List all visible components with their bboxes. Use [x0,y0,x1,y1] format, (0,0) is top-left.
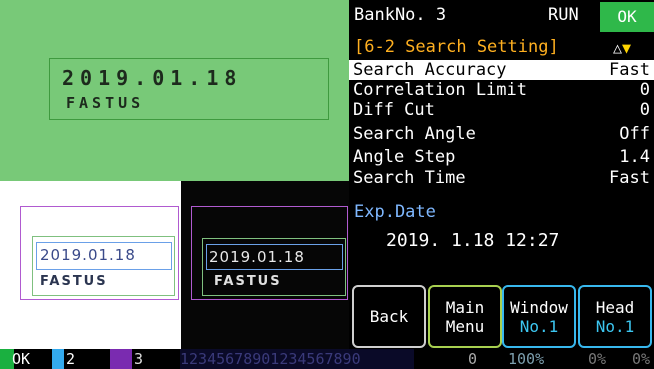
char-readout: 12345678901234567890 [180,349,414,369]
window-line1: Window [510,297,568,317]
setting-value: Fast [609,60,650,80]
setting-label: Search Angle [353,124,476,144]
back-button[interactable]: Back [352,285,426,348]
setting-label: Diff Cut [353,100,435,120]
head-line1: Head [595,297,635,317]
ok-badge: OK [600,2,654,32]
slot-2-indicator [52,349,64,369]
setting-row-search-accuracy[interactable]: Search Accuracy Fast [349,60,654,80]
back-button-label: Back [369,307,409,326]
arrow-down-icon[interactable]: ▼ [622,39,631,57]
main-menu-button[interactable]: Main Menu [428,285,502,348]
page-title: [6-2 Search Setting] [354,37,559,57]
setting-value: 1.4 [619,147,650,167]
exp-date-value: 2019. 1.18 12:27 [386,230,560,251]
setting-row-search-angle[interactable]: Search Angle Off [349,124,654,144]
match-percent: 100% [508,350,545,368]
setting-row-correlation-limit[interactable]: Correlation Limit 0 [349,80,654,100]
exp-date-label: Exp.Date [354,202,436,222]
page-arrows[interactable]: △▼ [613,38,631,57]
setting-value: 0 [639,80,650,100]
slot-3-indicator [110,349,132,369]
setting-value: Fast [609,168,650,188]
run-status: RUN [548,5,579,25]
setting-value: 0 [639,100,650,120]
bottom-status-bar: OK 2 3 12345678901234567890 0 100% 0% 0% [0,349,654,369]
arrow-up-icon[interactable]: △ [613,39,622,57]
head-button[interactable]: Head No.1 [578,285,652,348]
reference-brand-text: FASTUS [40,274,108,289]
detect-date-text: 2019.01.18 [209,248,305,266]
reference-date-text: 2019.01.18 [40,246,136,264]
percent-a: 0% [588,350,607,368]
detect-brand-text: FASTUS [214,274,282,289]
setting-row-angle-step[interactable]: Angle Step 1.4 [349,147,654,167]
setting-label: Correlation Limit [353,80,527,100]
bank-number: BankNo. 3 [354,5,447,25]
main-menu-line2: Menu [445,316,485,336]
ok-indicator-label: OK [12,350,31,368]
setting-label: Search Time [353,168,466,188]
slot-2-label: 2 [66,350,76,368]
count-value: 0 [468,350,478,368]
window-button[interactable]: Window No.1 [502,285,576,348]
setting-label: Angle Step [353,147,456,167]
slot-3-label: 3 [134,350,144,368]
camera-print-brand: FASTUS [66,94,145,112]
camera-print-date: 2019.01.18 [62,66,243,90]
percent-b: 0% [632,350,651,368]
setting-row-diff-cut[interactable]: Diff Cut 0 [349,100,654,120]
head-number: No.1 [595,316,635,336]
setting-label: Search Accuracy [353,60,507,80]
main-menu-line1: Main [445,297,485,317]
setting-value: Off [619,124,650,144]
window-number: No.1 [519,316,559,336]
setting-row-search-time[interactable]: Search Time Fast [349,168,654,188]
